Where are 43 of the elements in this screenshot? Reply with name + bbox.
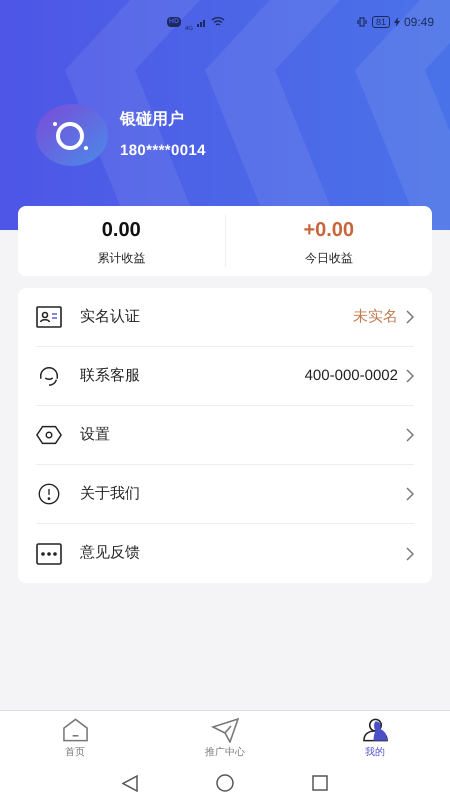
- earnings-label: 累计收益: [97, 250, 146, 267]
- menu-item[interactable]: 意见反馈: [36, 524, 414, 583]
- chevron-right-icon: [406, 310, 414, 324]
- chevron-right-icon: [406, 487, 414, 501]
- chevron-right-icon: [406, 428, 414, 442]
- settings-icon: [36, 424, 62, 446]
- tab-item[interactable]: 我的: [300, 711, 450, 766]
- menu-value: 400-000-0002: [304, 366, 398, 386]
- wifi-icon: [211, 17, 226, 27]
- avatar-logo-icon: [36, 104, 108, 166]
- tab-item[interactable]: 推广中心: [150, 711, 300, 766]
- menu-item[interactable]: 关于我们: [36, 465, 414, 524]
- send-icon: [211, 717, 239, 743]
- phone-number: 180****0014: [120, 140, 206, 161]
- signal-icon: [197, 18, 208, 26]
- menu-label: 设置: [80, 424, 111, 445]
- chevron-right-icon: [406, 546, 414, 560]
- recents-icon[interactable]: [312, 775, 328, 791]
- chat-dots-icon: [36, 542, 62, 564]
- home-circle-icon[interactable]: [216, 774, 234, 792]
- menu-item[interactable]: 实名认证 未实名: [36, 288, 414, 347]
- tab-item[interactable]: 首页: [0, 711, 150, 766]
- menu-label: 关于我们: [80, 484, 141, 504]
- clock-time: 09:49: [404, 14, 434, 31]
- info-icon: [36, 483, 62, 505]
- chevron-right-icon: [406, 369, 414, 383]
- menu-label: 意见反馈: [80, 543, 141, 564]
- menu-value: 未实名: [353, 306, 398, 327]
- user-icon: [362, 717, 388, 743]
- menu-label: 联系客服: [80, 366, 141, 386]
- back-icon[interactable]: [122, 774, 138, 792]
- vibrate-icon: [356, 17, 368, 27]
- menu-label: 实名认证: [80, 306, 141, 327]
- battery-level: 81: [372, 16, 390, 28]
- menu-item[interactable]: 联系客服 400-000-0002: [36, 347, 414, 406]
- earnings-label: 今日收益: [304, 250, 353, 267]
- charging-icon: [394, 17, 400, 27]
- menu-item[interactable]: 设置: [36, 406, 414, 465]
- user-name: 银碰用户: [120, 109, 185, 130]
- earnings-amount: 0.00: [102, 218, 141, 243]
- earnings-amount: +0.00: [303, 218, 354, 243]
- home-icon: [62, 717, 88, 743]
- id-card-icon: [36, 306, 62, 328]
